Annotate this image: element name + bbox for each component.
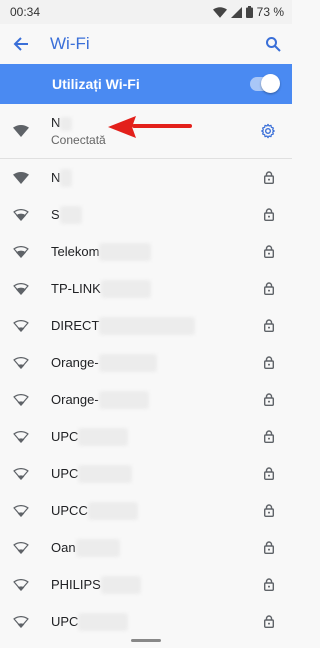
status-bar: 00:34 73 % — [0, 0, 292, 24]
blurred-name — [59, 205, 82, 224]
lock-icon — [262, 430, 276, 443]
network-name: N — [51, 168, 262, 187]
lock-icon — [262, 171, 276, 184]
wifi-signal-weak-icon — [10, 467, 32, 480]
toggle-knob — [261, 74, 280, 93]
search-icon[interactable] — [262, 33, 284, 55]
lock-icon — [262, 319, 276, 332]
network-name: UPCC — [51, 501, 262, 520]
lock-icon — [262, 504, 276, 517]
lock-icon — [262, 541, 276, 554]
blurred-name — [99, 242, 152, 261]
wifi-signal-weak-icon — [10, 393, 32, 406]
cell-signal-icon — [230, 6, 242, 18]
network-name: PHILIPS — [51, 575, 262, 594]
wifi-signal-weak-icon — [10, 578, 32, 591]
network-row[interactable]: Telekom — [0, 233, 292, 270]
network-row[interactable]: Oan — [0, 529, 292, 566]
lock-icon — [262, 356, 276, 369]
gear-icon[interactable] — [258, 121, 278, 141]
network-row[interactable]: UPC — [0, 418, 292, 455]
status-icons: 73 % — [212, 5, 284, 19]
lock-icon — [262, 615, 276, 628]
blurred-name — [60, 168, 73, 187]
wifi-signal-weak-icon — [10, 615, 32, 628]
wifi-signal-weak-icon — [10, 541, 32, 554]
blurred-name — [98, 353, 157, 372]
network-row[interactable]: UPCC — [0, 492, 292, 529]
network-row[interactable]: PHILIPS — [0, 566, 292, 603]
blurred-name — [98, 390, 149, 409]
network-row[interactable]: UPC — [0, 455, 292, 492]
blurred-name — [99, 316, 196, 335]
wifi-signal-medium-icon — [10, 282, 32, 295]
clock: 00:34 — [10, 5, 41, 19]
wifi-signal-weak-icon — [10, 504, 32, 517]
wifi-toggle[interactable] — [250, 74, 280, 93]
blurred-name — [87, 501, 138, 520]
network-row[interactable]: DIRECT — [0, 307, 292, 344]
lock-icon — [262, 578, 276, 591]
back-arrow-icon[interactable] — [10, 33, 32, 55]
page-title: Wi-Fi — [50, 34, 90, 53]
wifi-signal-full-icon — [10, 125, 32, 137]
network-row[interactable]: UPC — [0, 603, 292, 640]
wifi-signal-weak-icon — [10, 430, 32, 443]
network-name: Oan — [51, 538, 262, 557]
battery-icon — [245, 6, 253, 18]
network-list: N S Telekom TP-LINK DIRECT Orange- Orang… — [0, 159, 292, 640]
network-row[interactable]: N — [0, 159, 292, 196]
blurred-name — [100, 575, 141, 594]
connected-network-row[interactable]: N Conectată — [0, 104, 292, 159]
network-name: UPC — [51, 427, 262, 446]
blurred-name — [78, 464, 133, 483]
blurred-name — [78, 427, 129, 446]
network-name: DIRECT — [51, 316, 262, 335]
gesture-nav-pill[interactable] — [131, 639, 161, 642]
wifi-master-switch-bar[interactable]: Utilizați Wi-Fi — [0, 64, 292, 104]
lock-icon — [262, 282, 276, 295]
lock-icon — [262, 245, 276, 258]
battery-percent: 73 % — [256, 5, 284, 19]
network-name: Orange- — [51, 353, 262, 372]
network-name: Orange- — [51, 390, 262, 409]
wifi-signal-weak-icon — [10, 319, 32, 332]
red-arrow-annotation — [108, 116, 192, 138]
network-row[interactable]: Orange- — [0, 381, 292, 418]
wifi-signal-medium-icon — [10, 208, 32, 221]
wifi-signal-full-icon — [10, 171, 32, 184]
blurred-name — [75, 538, 120, 557]
blurred-name — [60, 116, 73, 131]
lock-icon — [262, 393, 276, 406]
wifi-signal-medium-icon — [10, 245, 32, 258]
app-bar: Wi-Fi — [0, 24, 292, 64]
network-row[interactable]: Orange- — [0, 344, 292, 381]
wifi-status-icon — [212, 6, 227, 18]
network-name: Telekom — [51, 242, 262, 261]
network-row[interactable]: S — [0, 196, 292, 233]
lock-icon — [262, 208, 276, 221]
lock-icon — [262, 467, 276, 480]
wifi-master-label: Utilizați Wi-Fi — [52, 76, 140, 92]
network-name: UPC — [51, 464, 262, 483]
network-row[interactable]: TP-LINK — [0, 270, 292, 307]
network-name: UPC — [51, 612, 262, 631]
wifi-signal-weak-icon — [10, 356, 32, 369]
blurred-name — [100, 279, 151, 298]
network-name: TP-LINK — [51, 279, 262, 298]
network-name: S — [51, 205, 262, 224]
blurred-name — [78, 612, 129, 631]
